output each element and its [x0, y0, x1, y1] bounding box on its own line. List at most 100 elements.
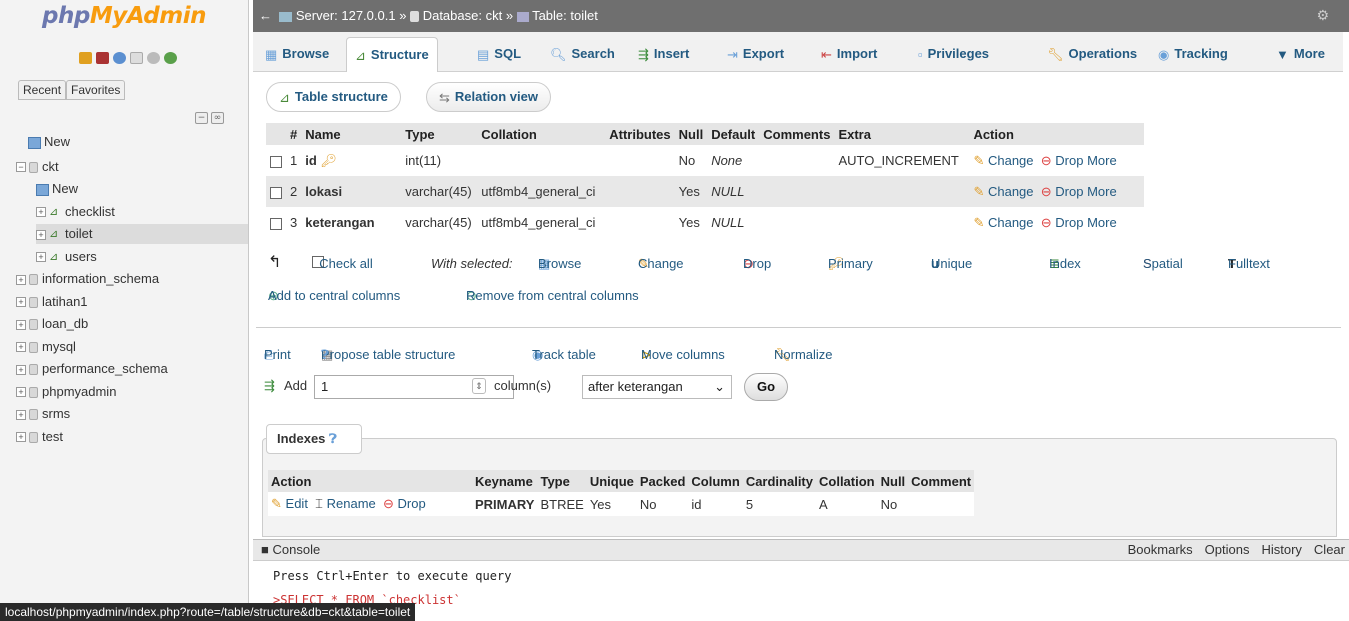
index-header: Action [268, 470, 472, 492]
console-bookmarks-link[interactable]: Bookmarks [1128, 540, 1193, 560]
position-select[interactable]: after keterangan ⌄ [582, 375, 732, 399]
tree-item[interactable]: + test [16, 427, 63, 447]
console-history-link[interactable]: History [1261, 540, 1301, 560]
help-icon[interactable]: ❓︎ [321, 347, 329, 363]
expand-icon[interactable]: + [16, 432, 26, 443]
index-keyname: PRIMARY [472, 492, 538, 516]
drop-index-button[interactable]: ⊖ Drop [383, 496, 426, 511]
position-value: after keterangan [588, 379, 683, 394]
tree-item[interactable]: − ckt [16, 157, 59, 177]
column-header[interactable]: Attributes [605, 123, 675, 145]
tree-item[interactable]: + information_schema [16, 269, 159, 289]
tab-tracking[interactable]: ◉ Tracking [1158, 37, 1228, 72]
tab-browse[interactable]: ▦ Browse [265, 37, 329, 72]
expand-icon[interactable]: + [16, 319, 26, 330]
gear-icon[interactable]: ⚙ [1316, 8, 1329, 24]
subtab-table-structure[interactable]: ⊿ Table structure [266, 82, 401, 112]
expand-icon[interactable]: + [16, 364, 26, 375]
tree-item[interactable]: + ⊿ users [36, 247, 97, 267]
row-checkbox[interactable] [270, 155, 282, 168]
tab-operations[interactable]: 🔧︎ Operations [1047, 37, 1137, 72]
more-button[interactable]: More [1087, 215, 1117, 230]
column-header[interactable]: Comments [759, 123, 835, 145]
expand-icon[interactable]: − [16, 162, 26, 173]
more-button[interactable]: More [1087, 153, 1117, 168]
tab-more[interactable]: ▼ More [1276, 37, 1325, 72]
quick-links [79, 52, 177, 64]
tab-import[interactable]: ⇤ Import [821, 37, 877, 72]
expand-icon[interactable]: + [16, 297, 26, 308]
table-icon: ⊿ [49, 228, 59, 241]
expand-icon[interactable]: + [36, 252, 46, 263]
column-header[interactable]: Collation [477, 123, 606, 145]
tab-recent[interactable]: Recent [18, 80, 67, 100]
breadcrumb-table[interactable]: Table: toilet [532, 8, 598, 23]
help-icon[interactable] [113, 52, 126, 64]
column-header[interactable]: Type [401, 123, 478, 145]
tab-privileges[interactable]: ▫ Privileges [918, 37, 989, 72]
expand-icon[interactable]: + [36, 229, 46, 240]
breadcrumb-database[interactable]: Database: ckt [423, 8, 503, 23]
tab-structure[interactable]: ⊿ Structure [346, 37, 438, 72]
go-button[interactable]: Go [744, 373, 788, 401]
check-all[interactable]: Check all [312, 256, 373, 271]
tab-insert[interactable]: ⇶ Insert [638, 37, 689, 72]
database-icon [29, 364, 38, 376]
spinner-icon[interactable]: ⇕ [472, 378, 486, 394]
collapse-arrow-icon[interactable]: ← [259, 8, 272, 23]
drop-button[interactable]: ⊖ Drop [1041, 184, 1084, 199]
tree-item[interactable]: + latihan1 [16, 292, 88, 312]
column-header[interactable]: # [286, 123, 302, 145]
console-clear-link[interactable]: Clear [1314, 540, 1345, 560]
logout-icon[interactable] [96, 52, 109, 64]
console-options-link[interactable]: Options [1205, 540, 1250, 560]
console-toggle[interactable]: ■ Console [261, 540, 320, 560]
indexes-legend[interactable]: Indexes ❓︎ [266, 424, 362, 454]
collapse-all-icon[interactable]: − [195, 112, 208, 124]
tree-item[interactable]: New [36, 179, 78, 199]
tree-item[interactable]: New [28, 132, 70, 152]
more-button[interactable]: More [1087, 184, 1117, 199]
tree-item[interactable]: + ⊿ checklist [36, 202, 115, 222]
tab-favorites[interactable]: Favorites [66, 80, 126, 100]
expand-icon[interactable]: + [16, 274, 26, 285]
link-with-main-icon[interactable]: ∞ [211, 112, 224, 124]
row-checkbox[interactable] [270, 217, 282, 230]
column-header[interactable]: Null [674, 123, 708, 145]
expand-icon[interactable]: + [16, 409, 26, 420]
change-button[interactable]: ✎ Change [973, 215, 1033, 230]
drop-button[interactable]: ⊖ Drop [1041, 153, 1084, 168]
rename-index-button[interactable]: ⌶ Rename [315, 496, 376, 511]
change-button[interactable]: ✎ Change [973, 153, 1033, 168]
tree-item[interactable]: + ⊿ toilet [36, 224, 248, 244]
reload-icon[interactable] [164, 52, 177, 64]
tree-item[interactable]: + mysql [16, 337, 76, 357]
home-icon[interactable] [79, 52, 92, 64]
phpmyadmin-logo[interactable]: phpMyAdmin [42, 3, 206, 29]
column-header[interactable]: Default [707, 123, 760, 145]
column-header[interactable]: Action [969, 123, 1145, 145]
console-bar[interactable]: ■ Console Bookmarks Options History Clea… [253, 539, 1349, 561]
tree-item[interactable]: + performance_schema [16, 359, 168, 379]
subtab-relation-view[interactable]: ⇆ Relation view [426, 82, 551, 112]
help-icon[interactable]: ❓︎ [329, 431, 337, 446]
tab-export[interactable]: ⇥ Export [727, 37, 784, 72]
column-header[interactable]: Name [301, 123, 402, 145]
row-checkbox[interactable] [270, 186, 282, 199]
tree-item[interactable]: + srms [16, 404, 70, 424]
tree-item[interactable]: + loan_db [16, 314, 88, 334]
expand-icon[interactable]: + [16, 342, 26, 353]
new-icon [36, 183, 49, 196]
tree-item[interactable]: + phpmyadmin [16, 382, 116, 402]
settings-icon[interactable] [147, 52, 160, 64]
breadcrumb-server[interactable]: Server: 127.0.0.1 [296, 8, 396, 23]
drop-button[interactable]: ⊖ Drop [1041, 215, 1084, 230]
docs-icon[interactable] [130, 52, 143, 64]
expand-icon[interactable]: + [16, 387, 26, 398]
column-header[interactable]: Extra [834, 123, 970, 145]
tab-sql[interactable]: ▤ SQL [477, 37, 521, 72]
expand-icon[interactable]: + [36, 207, 46, 218]
change-button[interactable]: ✎ Change [973, 184, 1033, 199]
tab-search[interactable]: 🔍︎ Search [550, 37, 615, 72]
edit-index-button[interactable]: ✎ Edit [271, 496, 308, 511]
